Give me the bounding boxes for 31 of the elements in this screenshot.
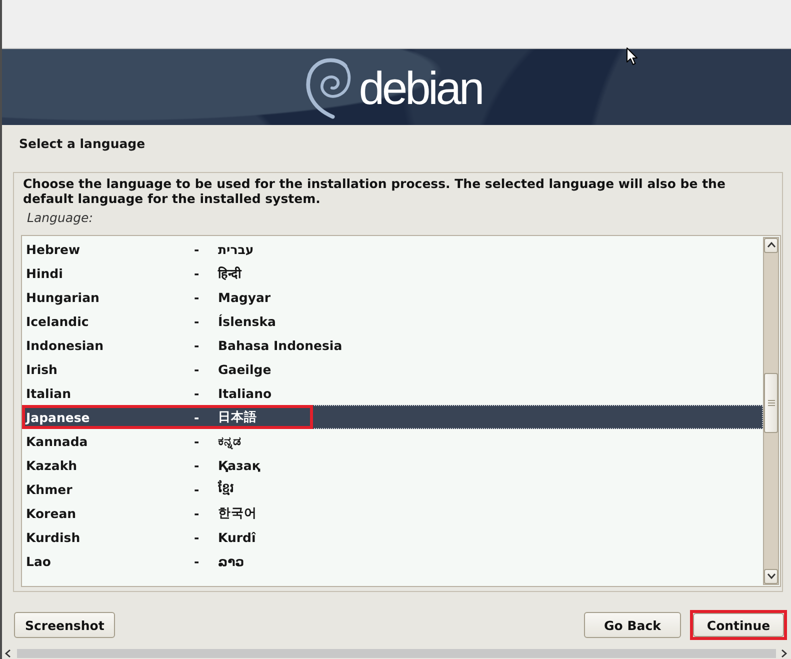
action-button[interactable]: Screenshot bbox=[14, 612, 116, 638]
vertical-scrollbar[interactable] bbox=[763, 237, 779, 585]
language-option[interactable]: Korean - 한국어 bbox=[22, 501, 763, 525]
language-option[interactable]: Hindi - हिन्दी bbox=[22, 261, 763, 285]
scrollbar-thumb[interactable] bbox=[764, 373, 778, 433]
language-option[interactable]: Kurdish - Kurdî bbox=[22, 525, 763, 549]
scroll-down-button[interactable] bbox=[764, 569, 778, 584]
instructions-text: Choose the language to be used for the installation process. The selected language will also be the default language for the installed system. bbox=[22, 176, 726, 206]
language-option[interactable]: Indonesian - Bahasa Indonesia bbox=[22, 333, 763, 357]
grip-icon bbox=[768, 400, 774, 406]
language-option[interactable]: Khmer - ខ្មែរ bbox=[22, 477, 763, 501]
chevron-up-icon bbox=[766, 241, 776, 250]
language-option[interactable]: Icelandic - Íslenska bbox=[22, 309, 763, 333]
logo-text: debian bbox=[358, 65, 482, 111]
list-label: Language: bbox=[26, 210, 94, 226]
scroll-up-button[interactable] bbox=[764, 238, 778, 253]
page-title: Select a language bbox=[19, 136, 146, 151]
action-button[interactable]: Go Back bbox=[584, 612, 681, 638]
language-option[interactable]: Kannada - ಕನ್ನಡ bbox=[22, 429, 763, 453]
language-option[interactable]: Italian - Italiano bbox=[22, 381, 763, 405]
language-option[interactable]: Irish - Gaeilge bbox=[22, 357, 763, 381]
mouse-pointer-icon bbox=[626, 47, 638, 66]
chevron-left-icon bbox=[4, 649, 13, 658]
chevron-down-icon bbox=[766, 572, 776, 581]
chevron-right-icon bbox=[780, 649, 789, 658]
action-button[interactable]: Continue bbox=[693, 613, 784, 637]
language-option[interactable]: Hungarian - Magyar bbox=[22, 285, 763, 309]
language-option[interactable]: Kazakh - Қазақ bbox=[22, 453, 763, 477]
scrollbar-thumb[interactable] bbox=[17, 649, 776, 658]
language-option[interactable]: Japanese - 日本語 bbox=[22, 405, 763, 429]
language-option[interactable]: Lao - ລາວ bbox=[22, 549, 763, 573]
